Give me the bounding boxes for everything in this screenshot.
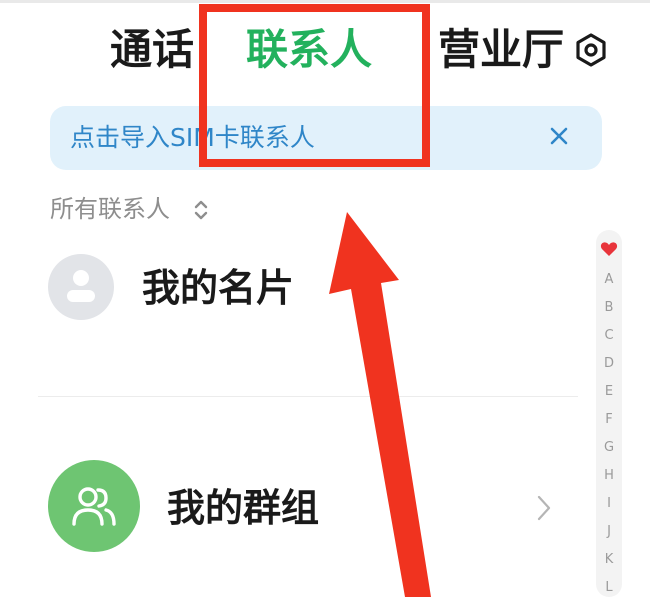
- group-icon: [72, 487, 116, 526]
- settings-icon[interactable]: [574, 33, 608, 67]
- index-letter-c[interactable]: C: [596, 328, 622, 344]
- alphabet-index[interactable]: A B C D E F G H I J K L: [596, 230, 622, 597]
- avatar: [48, 460, 140, 552]
- index-letter-l[interactable]: L: [596, 580, 622, 596]
- status-bar-edge: [0, 0, 650, 3]
- index-letter-i[interactable]: I: [596, 496, 622, 512]
- divider: [38, 396, 578, 397]
- highlight-box: [199, 4, 430, 167]
- tab-business-hall[interactable]: 营业厅: [438, 22, 564, 78]
- person-icon: [67, 270, 95, 302]
- contact-filter-dropdown[interactable]: 所有联系人: [50, 194, 210, 224]
- sort-updown-icon: [194, 200, 207, 220]
- my-groups-row[interactable]: 我的群组: [0, 456, 590, 560]
- contact-filter-label: 所有联系人: [50, 195, 170, 223]
- index-letter-g[interactable]: G: [596, 440, 622, 456]
- index-letter-f[interactable]: F: [596, 412, 622, 428]
- avatar: [48, 254, 114, 320]
- index-letter-d[interactable]: D: [596, 356, 622, 372]
- index-letter-j[interactable]: J: [596, 524, 622, 540]
- index-letter-h[interactable]: H: [596, 468, 622, 484]
- tab-calls[interactable]: 通话: [110, 22, 194, 78]
- chevron-right-icon: [537, 495, 551, 521]
- heart-icon[interactable]: [600, 241, 618, 257]
- my-card-label: 我的名片: [142, 266, 295, 310]
- index-letter-b[interactable]: B: [596, 300, 622, 316]
- index-letter-k[interactable]: K: [596, 552, 622, 568]
- close-icon[interactable]: [546, 123, 572, 149]
- index-letter-a[interactable]: A: [596, 272, 622, 288]
- index-letter-e[interactable]: E: [596, 384, 622, 400]
- my-card-row[interactable]: 我的名片: [0, 246, 590, 346]
- my-groups-label: 我的群组: [167, 486, 320, 530]
